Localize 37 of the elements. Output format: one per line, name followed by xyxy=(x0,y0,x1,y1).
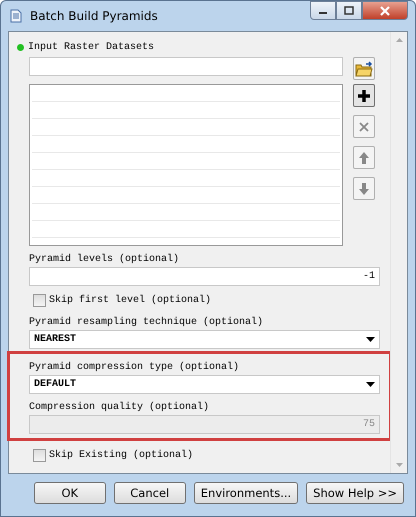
caret-icon xyxy=(366,337,375,342)
caret-icon xyxy=(366,382,375,387)
checkbox[interactable] xyxy=(33,449,46,462)
minimize-button[interactable] xyxy=(310,1,336,20)
dialog-button[interactable]: Environments... xyxy=(194,482,298,504)
remove-button[interactable] xyxy=(353,115,375,138)
parameter-label: Input Raster Datasets xyxy=(28,42,154,53)
arrow-up-icon xyxy=(358,150,370,164)
close-icon xyxy=(358,120,370,132)
close-icon xyxy=(379,6,391,16)
input-field[interactable] xyxy=(29,57,343,76)
move-down-button[interactable] xyxy=(353,177,375,200)
dropdown[interactable]: NEAREST xyxy=(29,330,380,349)
dialog-button[interactable]: OK xyxy=(34,482,106,504)
checkbox-label: Skip first level (optional) xyxy=(49,295,212,306)
parameter-label: Compression quality (optional) xyxy=(29,402,210,413)
checkbox-label: Skip Existing (optional) xyxy=(49,450,194,461)
arrow-down-icon xyxy=(358,182,370,196)
scroll-up-icon[interactable] xyxy=(396,38,402,42)
add-button[interactable] xyxy=(353,84,375,107)
move-up-button[interactable] xyxy=(353,146,375,169)
scroll-down-icon[interactable] xyxy=(396,463,402,467)
parameter-label: Pyramid levels (optional) xyxy=(29,254,180,265)
tool-icon xyxy=(8,8,24,24)
browse-button[interactable] xyxy=(353,57,375,80)
plus-icon xyxy=(357,88,371,102)
parameter-label: Pyramid compression type (optional) xyxy=(29,362,240,373)
maximize-icon xyxy=(344,6,354,15)
maximize-button[interactable] xyxy=(336,1,362,20)
checkbox[interactable] xyxy=(33,294,46,307)
dialog-button[interactable]: Cancel xyxy=(114,482,186,504)
close-button[interactable] xyxy=(362,1,408,20)
number-field[interactable]: -1 xyxy=(29,267,380,286)
folder-icon xyxy=(355,60,373,76)
parameter-label: Pyramid resampling technique (optional) xyxy=(29,317,264,328)
window-title: Batch Build Pyramids xyxy=(30,9,158,23)
dialog-button[interactable]: Show Help >> xyxy=(306,482,404,504)
